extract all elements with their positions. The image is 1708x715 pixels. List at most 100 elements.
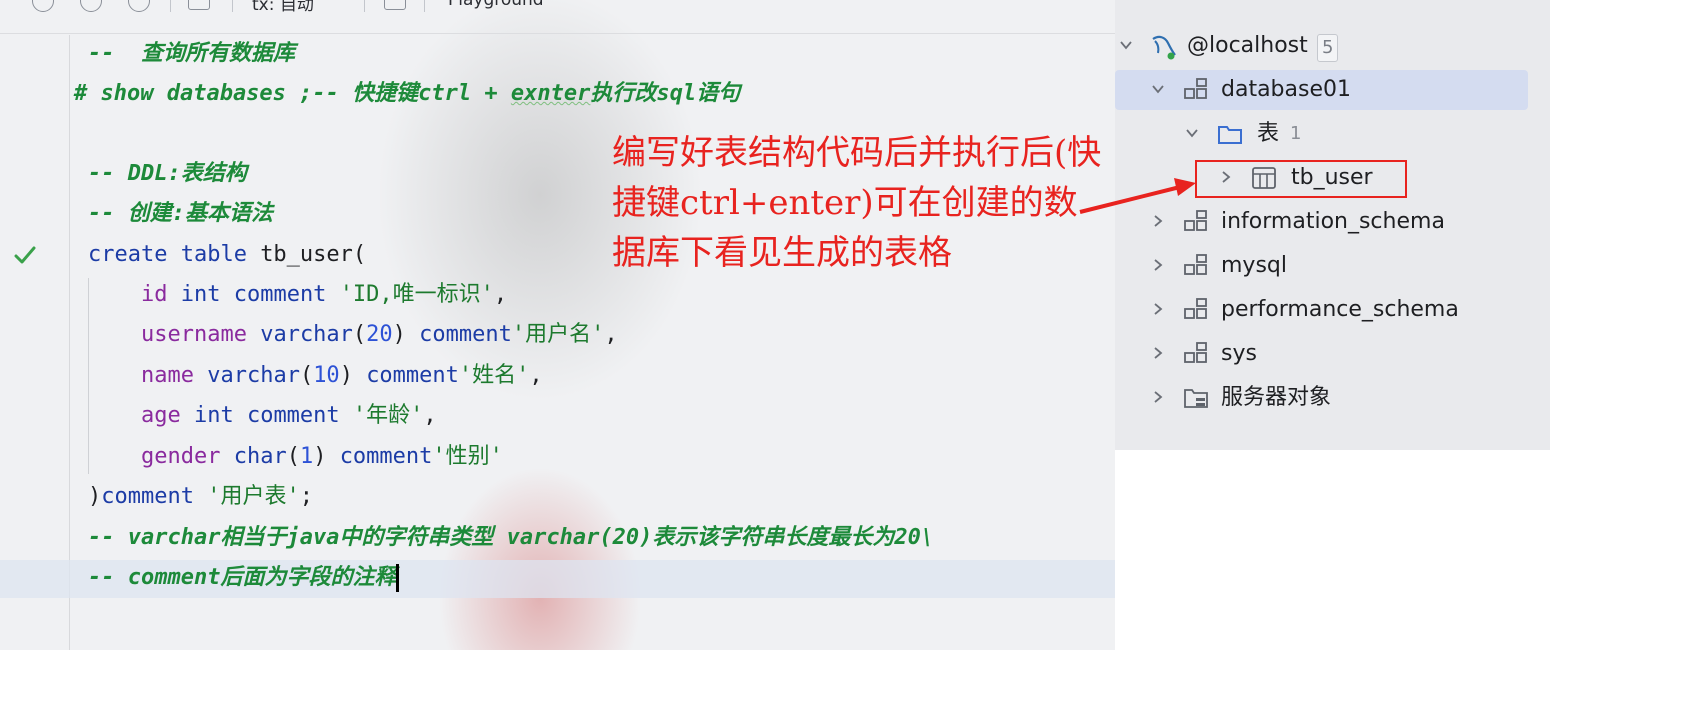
text-caret — [396, 564, 400, 592]
chevron-down-icon[interactable] — [1185, 126, 1199, 140]
help-icon[interactable] — [80, 0, 102, 12]
code-token: 10 — [313, 363, 340, 388]
code-token: 1 — [299, 444, 314, 469]
mysql-dolphin-icon — [1152, 35, 1176, 60]
count-badge: 5 — [1317, 34, 1339, 62]
code-token: '用户名' — [511, 322, 605, 347]
code-line[interactable]: username varchar(20) comment'用户名', — [88, 317, 618, 353]
tree-node-mysql[interactable]: mysql — [1115, 244, 1550, 288]
code-token: -- 查询所有数据库 — [88, 41, 295, 66]
console-icon[interactable] — [384, 0, 406, 10]
screenshot-root: tx: 自动 Playground -- 查询所有数据库 # show datab… — [0, 0, 1568, 656]
schema-icon — [1184, 210, 1207, 231]
code-token: ( — [299, 363, 314, 388]
chevron-down-icon[interactable] — [1151, 82, 1165, 96]
code-token: '用户表' — [207, 484, 300, 509]
chevron-right-icon[interactable] — [1151, 214, 1165, 228]
code-token: '年龄' — [352, 403, 424, 428]
code-token: ) — [392, 322, 420, 347]
tree-node-performance-schema[interactable]: performance_schema — [1115, 288, 1550, 332]
tree-node-tables-folder[interactable]: 表 1 — [1115, 112, 1550, 156]
code-line[interactable]: -- comment后面为字段的注释 — [88, 560, 400, 596]
code-token: int comment — [180, 282, 340, 307]
highlight-box — [1195, 160, 1407, 198]
code-token: name — [140, 363, 208, 388]
code-line[interactable]: -- DDL:表结构 — [88, 156, 247, 192]
circle-icon[interactable] — [32, 0, 54, 12]
tree-node-information-schema[interactable]: information_schema — [1115, 200, 1550, 244]
code-token: comment — [366, 363, 459, 388]
code-token: tb_user( — [260, 242, 367, 267]
puzzle-icon[interactable] — [128, 0, 150, 12]
schema-selector[interactable]: tx: 自动 — [252, 0, 314, 12]
code-line[interactable]: gender char(1) comment'性别' — [88, 439, 503, 475]
code-token: # show databases ;-- 快捷键ctrl + — [74, 81, 511, 106]
code-token: -- 创建:基本语法 — [88, 201, 273, 226]
code-token: 20 — [366, 322, 393, 347]
schema-icon — [1184, 254, 1207, 275]
code-token: , — [423, 403, 437, 428]
code-token: comment — [419, 322, 512, 347]
folder-icon — [1218, 126, 1242, 144]
count-label: 1 — [1290, 123, 1302, 144]
code-token: ) — [88, 484, 102, 509]
tree-label: database01 — [1221, 77, 1351, 102]
tree-label: 表 — [1257, 121, 1280, 146]
code-token: char — [233, 444, 287, 469]
tree-node-server-objects[interactable]: 服务器对象 — [1115, 376, 1550, 420]
toolbar-separator — [170, 0, 171, 12]
toolbar-separator — [364, 0, 365, 12]
code-line[interactable]: # show databases ;-- 快捷键ctrl + exnter执行改… — [74, 76, 740, 112]
code-line[interactable]: create table tb_user( — [88, 237, 366, 273]
code-token: ( — [352, 322, 367, 347]
schema-icon — [1184, 342, 1207, 363]
code-token: username — [140, 322, 261, 347]
tree-label: 服务器对象 — [1221, 385, 1332, 410]
code-token: , — [529, 363, 543, 388]
sql-editor[interactable]: tx: 自动 Playground -- 查询所有数据库 # show datab… — [0, 0, 1115, 650]
code-token: 执行改sql语句 — [590, 81, 741, 106]
gutter-divider — [69, 35, 70, 650]
tree-label: @localhost — [1187, 33, 1308, 58]
code-token: , — [493, 282, 508, 307]
chevron-right-icon[interactable] — [1151, 258, 1165, 272]
code-token: create table — [88, 242, 261, 267]
tree-label: sys — [1221, 341, 1257, 366]
database-explorer: @localhost 5 database01 表 1 tb_user info… — [1115, 0, 1550, 450]
code-line[interactable]: -- 创建:基本语法 — [88, 196, 273, 232]
code-line[interactable]: id int comment 'ID,唯一标识', — [88, 277, 507, 313]
tree-label: information_schema — [1221, 209, 1445, 234]
chevron-right-icon[interactable] — [1151, 302, 1165, 316]
code-line[interactable]: -- 查询所有数据库 — [88, 36, 295, 72]
tree-node-sys[interactable]: sys — [1115, 332, 1550, 376]
code-line[interactable]: name varchar(10) comment'姓名', — [88, 358, 543, 394]
chevron-down-icon[interactable] — [1119, 38, 1133, 52]
code-token: 'ID,唯一标识' — [339, 282, 494, 307]
code-token: -- varchar相当于java中的字符串类型 varchar(20)表示该字… — [88, 525, 935, 550]
console-selector[interactable]: Playground — [448, 0, 544, 10]
code-line[interactable]: age int comment '年龄', — [88, 398, 437, 434]
schema-icon — [1184, 298, 1207, 319]
code-token: varchar — [207, 363, 300, 388]
chevron-right-icon[interactable] — [1151, 390, 1165, 404]
code-token: varchar — [260, 322, 353, 347]
code-token: comment — [339, 444, 433, 469]
code-token: '姓名' — [458, 363, 530, 388]
code-token: gender — [140, 444, 234, 469]
code-token: age — [140, 403, 194, 428]
list-icon[interactable] — [188, 0, 210, 10]
code-line[interactable]: )comment '用户表'; — [88, 479, 313, 515]
code-line[interactable]: -- varchar相当于java中的字符串类型 varchar(20)表示该字… — [88, 520, 934, 556]
code-token: ; — [299, 484, 313, 509]
chevron-right-icon[interactable] — [1151, 346, 1165, 360]
code-token: ) — [313, 444, 340, 469]
code-token: comment — [101, 484, 208, 509]
toolbar-separator — [232, 0, 233, 12]
server-objects-icon — [1184, 389, 1208, 408]
tree-node-database01[interactable]: database01 — [1115, 68, 1550, 112]
tree-node-localhost[interactable]: @localhost 5 — [1115, 24, 1550, 68]
